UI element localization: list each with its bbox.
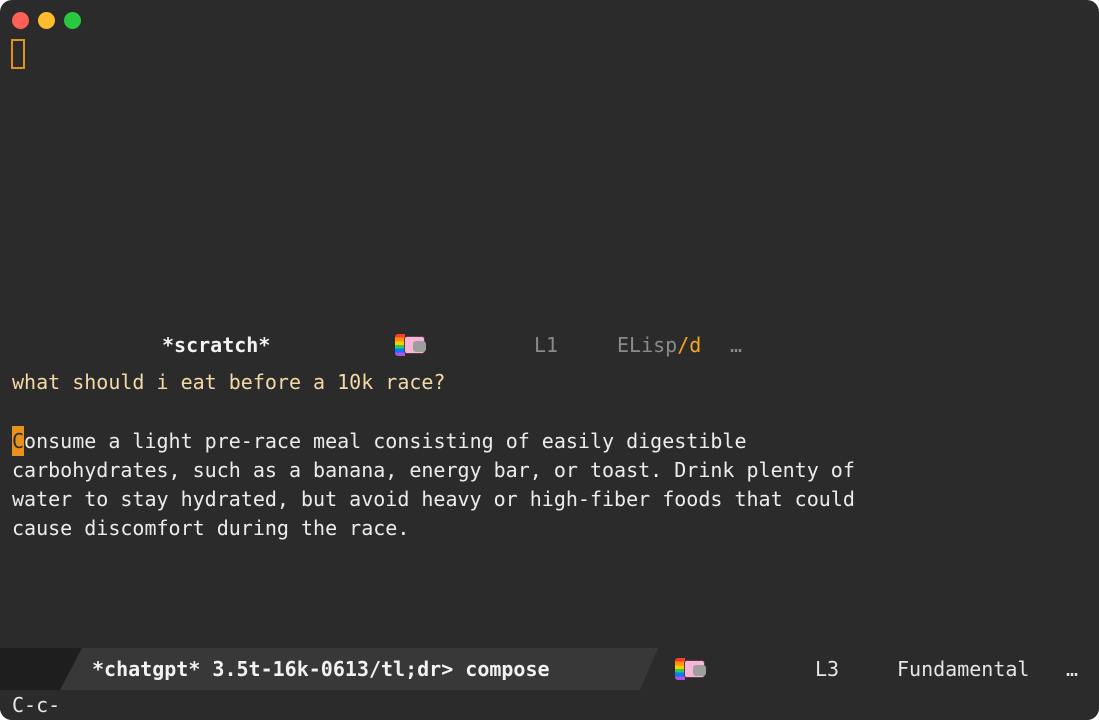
chatgpt-modeline: *chatgpt* 3.5t-16k-0613/tl;dr> compose L…: [0, 648, 1099, 690]
nyan-cat-icon: [675, 658, 707, 680]
ellipsis: …: [1066, 657, 1079, 681]
answer-line-2: carbohydrates, such as a banana, energy …: [12, 458, 855, 482]
ellipsis: …: [730, 333, 743, 357]
scratch-modeline: *scratch* L1 ELisp/d …: [0, 330, 1099, 362]
major-mode[interactable]: Fundamental: [897, 654, 1029, 684]
chat-prompt: what should i eat before a 10k race?: [12, 370, 446, 394]
emacs-window: *scratch* L1 ELisp/d … what should i eat…: [0, 0, 1099, 720]
line-number: L1: [534, 333, 559, 357]
text-cursor: C: [12, 426, 25, 456]
answer-line-4: cause discomfort during the race.: [12, 516, 410, 540]
buffer-name[interactable]: *scratch*: [162, 330, 270, 360]
nyan-cat-icon: [395, 334, 427, 356]
zoom-button[interactable]: [64, 12, 81, 29]
answer-line-3: water to stay hydrated, but avoid heavy …: [12, 487, 855, 511]
minimize-button[interactable]: [38, 12, 55, 29]
major-mode[interactable]: ELisp/d: [617, 330, 701, 360]
echo-area: C-c-: [0, 690, 1099, 720]
answer-line-1: Consume a light pre-race meal consisting…: [12, 426, 747, 456]
chatgpt-buffer-info[interactable]: *chatgpt* 3.5t-16k-0613/tl;dr> compose: [92, 654, 550, 684]
echo-text: C-c-: [12, 693, 61, 717]
window-controls: [12, 12, 81, 29]
inactive-cursor: [11, 39, 25, 69]
line-number: L3: [815, 657, 840, 681]
close-button[interactable]: [12, 12, 29, 29]
